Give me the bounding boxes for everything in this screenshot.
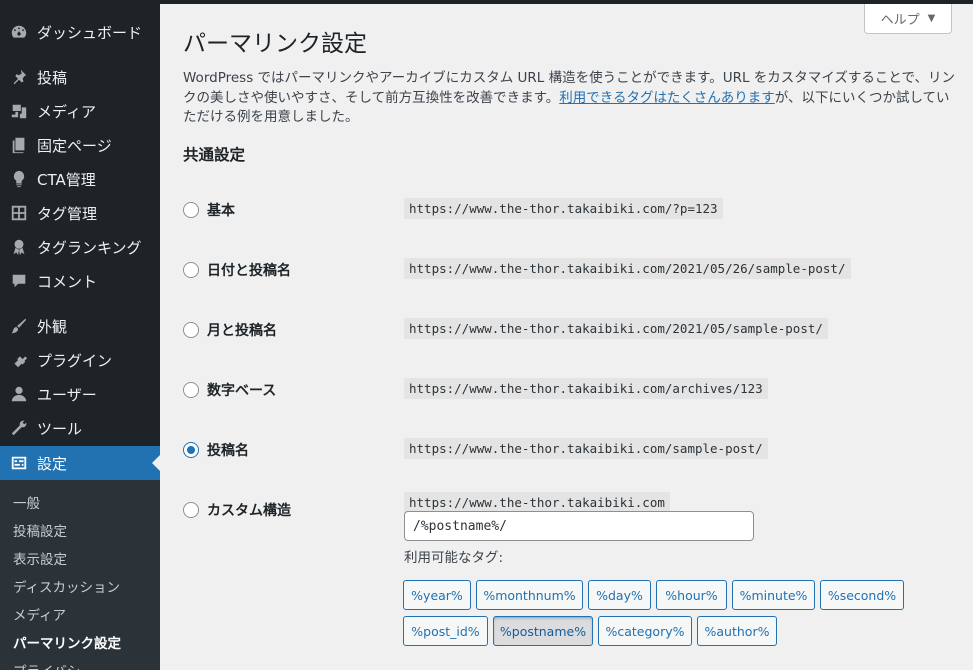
sidebar-item-label: タグランキング [37,238,142,257]
sidebar-item-plugins[interactable]: プラグイン [0,343,160,377]
sidebar-item-tag-manager[interactable]: タグ管理 [0,196,160,230]
media-icon [9,101,29,121]
admin-sidebar: ダッシュボード 投稿 メディア 固定ページ CTA管理 タグ管理 タグランキング… [0,0,160,670]
option-label[interactable]: 日付と投稿名 [207,260,291,280]
radio-numeric[interactable] [183,382,199,398]
option-numeric: 数字ベース [183,380,276,400]
page-icon [9,135,29,155]
user-icon [9,384,29,404]
submenu-privacy[interactable]: プライバシー [13,660,94,670]
sidebar-item-cta[interactable]: CTA管理 [0,162,160,196]
layout-icon [9,203,29,223]
dashboard-icon [9,22,29,42]
submenu-permalinks[interactable]: パーマリンク設定 [13,632,121,652]
lightbulb-icon [9,169,29,189]
radio-post-name[interactable] [183,442,199,458]
sidebar-item-label: タグ管理 [37,204,98,223]
sidebar-item-tag-ranking[interactable]: タグランキング [0,230,160,264]
sidebar-item-label: CTA管理 [37,170,96,189]
page-title: パーマリンク設定 [183,31,367,57]
tag-button-minute[interactable]: %minute% [732,580,815,610]
radio-month-name[interactable] [183,322,199,338]
option-label[interactable]: 基本 [207,200,235,220]
plugin-icon [9,350,29,370]
sidebar-item-label: ダッシュボード [37,23,143,42]
option-plain: 基本 [183,200,235,220]
option-custom: カスタム構造 [183,500,291,520]
option-post-name: 投稿名 [183,440,249,460]
sidebar-item-label: プラグイン [37,351,113,370]
tag-button-category[interactable]: %category% [598,616,692,646]
comment-icon [9,271,29,291]
brush-icon [9,316,29,336]
tag-button-monthnum[interactable]: %monthnum% [476,580,583,610]
submenu-general[interactable]: 一般 [13,492,40,512]
tag-button-post-id[interactable]: %post_id% [403,616,488,646]
sidebar-item-label: 設定 [37,454,68,473]
sidebar-item-settings[interactable]: 設定 [0,446,160,480]
settings-submenu: 一般 投稿設定 表示設定 ディスカッション メディア パーマリンク設定 プライバ… [0,480,160,670]
tag-button-year[interactable]: %year% [403,580,471,610]
tag-button-postname[interactable]: %postname% [493,616,593,646]
wrench-icon [9,418,29,438]
help-label: ヘルプ [880,13,920,28]
sidebar-item-pages[interactable]: 固定ページ [0,128,160,162]
sidebar-item-label: 投稿 [37,68,68,87]
sidebar-item-users[interactable]: ユーザー [0,377,160,411]
sidebar-item-comments[interactable]: コメント [0,264,160,298]
help-button[interactable]: ヘルプ ▼ [864,4,952,34]
submenu-media[interactable]: メディア [13,604,66,624]
sidebar-item-posts[interactable]: 投稿 [0,60,160,94]
sidebar-item-appearance[interactable]: 外観 [0,309,160,343]
option-month-name: 月と投稿名 [183,320,277,340]
option-label[interactable]: 数字ベース [207,380,276,400]
permalink-example: https://www.the-thor.takaibiki.com/2021/… [404,258,851,279]
sidebar-item-tools[interactable]: ツール [0,411,160,445]
tag-button-day[interactable]: %day% [588,580,651,610]
radio-day-name[interactable] [183,262,199,278]
permalink-example: https://www.the-thor.takaibiki.com/sampl… [404,438,768,459]
option-label[interactable]: 月と投稿名 [207,320,277,340]
permalink-example: https://www.the-thor.takaibiki.com/2021/… [404,318,828,339]
permalink-example: https://www.the-thor.takaibiki.com/?p=12… [404,198,723,219]
pin-icon [9,67,29,87]
sidebar-item-label: コメント [37,272,98,291]
submenu-discussion[interactable]: ディスカッション [13,576,120,596]
sidebar-item-label: 外観 [37,317,68,336]
submenu-reading[interactable]: 表示設定 [13,548,67,568]
award-icon [9,237,29,257]
page-description: WordPress ではパーマリンクやアーカイブにカスタム URL 構造を使うこ… [183,69,958,128]
settings-icon [9,453,29,473]
radio-plain[interactable] [183,202,199,218]
tag-button-author[interactable]: %author% [697,616,777,646]
permalink-example: https://www.the-thor.takaibiki.com/archi… [404,378,768,399]
tag-button-second[interactable]: %second% [820,580,904,610]
available-tags-link[interactable]: 利用できるタグはたくさんあります [559,90,774,106]
option-label[interactable]: 投稿名 [207,440,249,460]
radio-custom[interactable] [183,502,199,518]
sidebar-item-label: ツール [37,419,83,438]
option-day-name: 日付と投稿名 [183,260,291,280]
sidebar-item-label: メディア [37,102,96,121]
sidebar-item-media[interactable]: メディア [0,94,160,128]
sidebar-item-label: ユーザー [37,385,97,404]
section-title: 共通設定 [183,146,246,164]
tag-button-hour[interactable]: %hour% [656,580,727,610]
chevron-down-icon: ▼ [927,13,936,24]
submenu-writing[interactable]: 投稿設定 [13,520,67,540]
option-label[interactable]: カスタム構造 [207,500,291,520]
sidebar-item-label: 固定ページ [37,136,112,155]
sidebar-item-dashboard[interactable]: ダッシュボード [0,15,160,49]
available-tags-label: 利用可能なタグ: [404,550,504,566]
permalink-base: https://www.the-thor.takaibiki.com [404,492,670,513]
custom-structure-input[interactable] [404,511,754,541]
